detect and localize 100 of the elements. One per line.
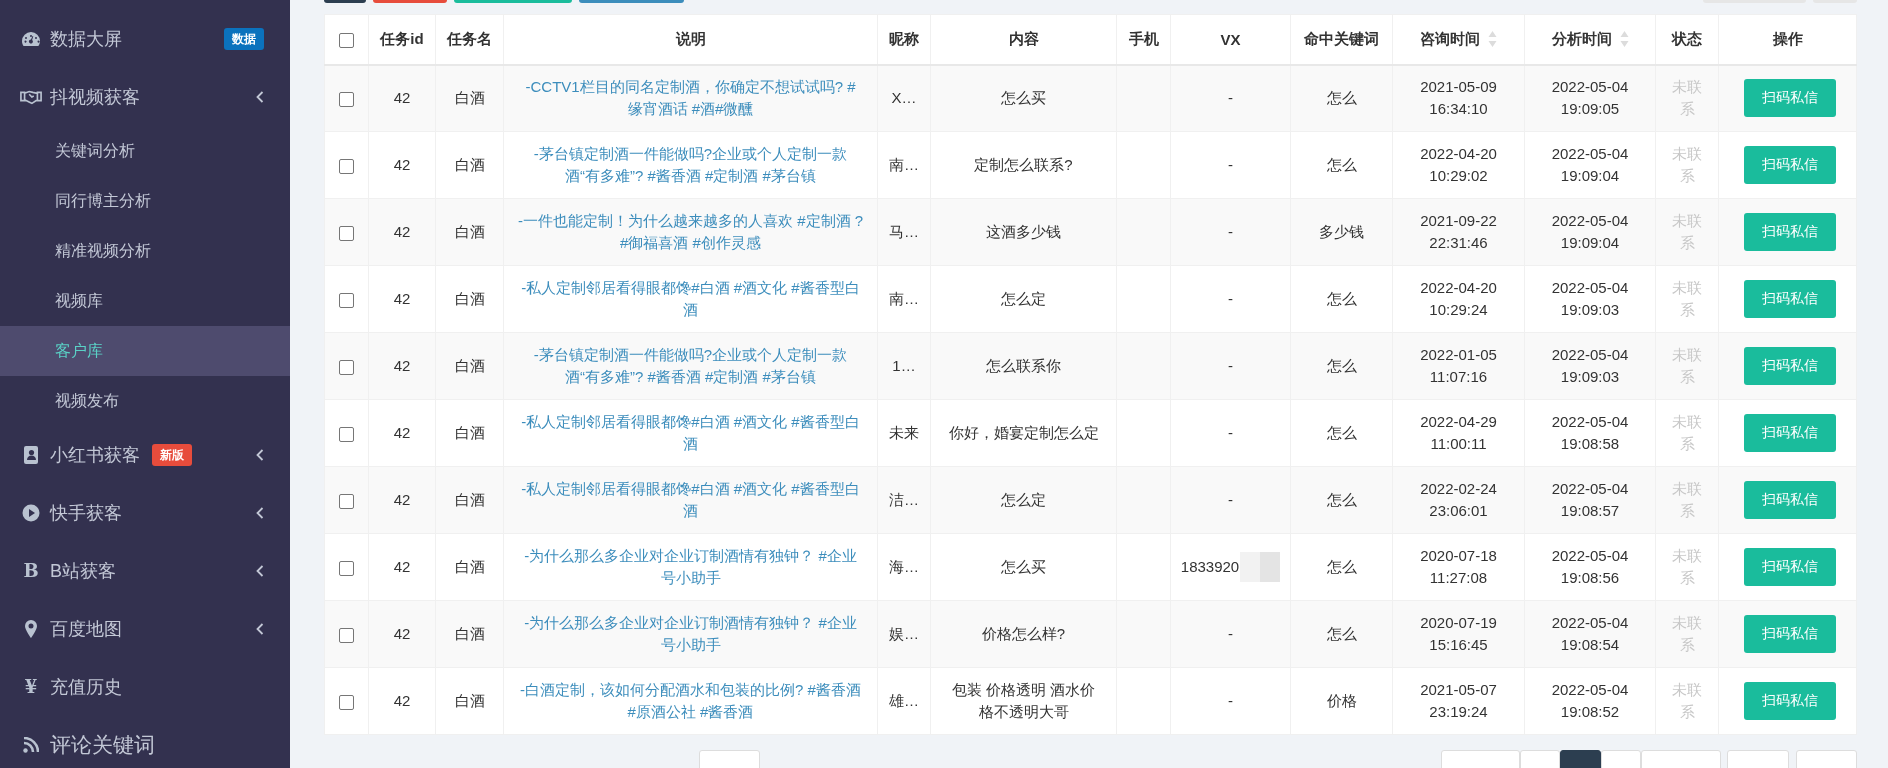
table-cell: 白酒 bbox=[454, 491, 485, 508]
table-cell: 白酒 bbox=[454, 290, 485, 307]
nav-item[interactable]: 百度地图 bbox=[0, 600, 290, 658]
table-cell: 42 bbox=[393, 290, 411, 307]
scan-message-button[interactable]: 扫码私信 bbox=[1744, 548, 1836, 586]
table-cell-text: 1833920 bbox=[1180, 557, 1240, 577]
table-cell-text: - bbox=[1228, 624, 1233, 644]
row-checkbox[interactable] bbox=[339, 426, 354, 442]
column-header: VX bbox=[1220, 30, 1241, 48]
table-cell: X… bbox=[891, 89, 917, 107]
table-cell: 南… bbox=[889, 156, 919, 173]
table-cell-text: - bbox=[1228, 289, 1233, 309]
nav-item[interactable]: B B站获客 bbox=[0, 542, 290, 600]
table-cell-text: 2022-05-04 19:08:54 bbox=[1550, 613, 1630, 655]
table-cell: 怎么联系你 bbox=[986, 357, 1061, 374]
row-checkbox[interactable] bbox=[339, 627, 354, 643]
nav-item[interactable]: 小红书获客 新版 bbox=[0, 426, 290, 484]
row-checkbox[interactable] bbox=[339, 292, 354, 308]
table-cell: 白酒 bbox=[454, 357, 485, 374]
scan-message-button[interactable]: 扫码私信 bbox=[1744, 213, 1836, 251]
table-cell: 42 bbox=[393, 223, 411, 240]
letter-icon: B bbox=[23, 562, 39, 580]
toolbar-button[interactable] bbox=[324, 0, 366, 3]
row-checkbox[interactable] bbox=[339, 91, 354, 107]
location-pin-icon bbox=[25, 620, 37, 638]
table-cell: 定制怎么联系? bbox=[974, 156, 1073, 173]
nav-item[interactable]: 评论关键词 bbox=[0, 716, 290, 768]
table-cell: 白酒 bbox=[454, 89, 485, 107]
rss-icon bbox=[23, 737, 39, 753]
dashboard-icon bbox=[21, 31, 41, 47]
submenu-item[interactable]: 视频发布 bbox=[0, 376, 290, 426]
letter-icon: ¥ bbox=[24, 678, 38, 696]
row-checkbox[interactable] bbox=[339, 158, 354, 174]
table-cell: 怎么 bbox=[1326, 290, 1357, 307]
submenu-item[interactable]: 关键词分析 bbox=[0, 126, 290, 176]
scan-message-button[interactable]: 扫码私信 bbox=[1744, 280, 1836, 318]
handshake-icon bbox=[20, 89, 42, 105]
scan-message-button[interactable]: 扫码私信 bbox=[1744, 79, 1836, 118]
select-all-checkbox[interactable] bbox=[339, 33, 354, 48]
table-cell: 海… bbox=[889, 558, 919, 575]
table-cell: 1… bbox=[892, 357, 916, 374]
row-checkbox[interactable] bbox=[339, 359, 354, 375]
table-cell: 价格怎么样? bbox=[981, 625, 1066, 642]
table-cell-text: 2021-05-09 16:34:10 bbox=[1419, 77, 1498, 120]
scan-message-button[interactable]: 扫码私信 bbox=[1744, 481, 1836, 519]
submenu-item[interactable]: 视频库 bbox=[0, 276, 290, 326]
scan-message-button[interactable]: 扫码私信 bbox=[1744, 682, 1836, 720]
table-cell-text: 2022-04-20 10:29:02 bbox=[1419, 144, 1498, 186]
table-cell-text: 2022-01-05 11:07:16 bbox=[1419, 345, 1498, 387]
row-checkbox[interactable] bbox=[339, 225, 354, 241]
column-header: 手机 bbox=[1128, 29, 1159, 49]
row-checkbox[interactable] bbox=[339, 560, 354, 576]
table-cell-text: 2022-02-24 23:06:01 bbox=[1419, 479, 1498, 521]
submenu-item[interactable]: 同行博主分析 bbox=[0, 176, 290, 226]
table-cell-text: 2021-09-22 22:31:46 bbox=[1419, 211, 1498, 253]
submenu-item[interactable]: 客户库 bbox=[0, 326, 290, 376]
table-cell-text: 2022-05-04 19:08:57 bbox=[1550, 479, 1630, 521]
column-header: 任务id bbox=[380, 29, 424, 49]
column-header: 命中关键词 bbox=[1304, 29, 1379, 49]
table-cell-text: 2020-07-19 15:16:45 bbox=[1419, 613, 1498, 655]
table-cell: 42 bbox=[393, 692, 411, 709]
scan-message-button[interactable]: 扫码私信 bbox=[1744, 347, 1836, 385]
column-header: 任务名 bbox=[447, 29, 492, 49]
table-cell: 42 bbox=[393, 558, 411, 575]
nav-badge: 新版 bbox=[152, 444, 192, 466]
scan-message-button[interactable]: 扫码私信 bbox=[1744, 414, 1836, 452]
contact-card-icon bbox=[23, 446, 39, 464]
table-cell: 42 bbox=[393, 491, 411, 508]
column-header: 昵称 bbox=[889, 29, 919, 49]
scan-message-button[interactable]: 扫码私信 bbox=[1744, 615, 1836, 653]
row-checkbox[interactable] bbox=[339, 493, 354, 509]
table-cell: 怎么 bbox=[1326, 558, 1357, 575]
table-cell: 42 bbox=[393, 625, 411, 642]
table-cell: 未来 bbox=[889, 424, 919, 441]
nav-item[interactable]: 快手获客 bbox=[0, 484, 290, 542]
table-cell-text: - bbox=[1228, 155, 1233, 175]
nav-item[interactable]: ¥ 充值历史 bbox=[0, 658, 290, 716]
sort-icon[interactable] bbox=[1488, 30, 1497, 49]
row-checkbox[interactable] bbox=[339, 694, 354, 710]
column-header: 状态 bbox=[1672, 29, 1702, 49]
table-cell-text: 2022-05-04 19:09:05 bbox=[1550, 77, 1630, 120]
table-cell: 白酒 bbox=[454, 558, 485, 575]
table-cell: 多少钱 bbox=[1319, 223, 1364, 240]
table-cell: 这酒多少钱 bbox=[986, 223, 1061, 240]
table-cell-text: 2020-07-18 11:27:08 bbox=[1419, 546, 1498, 588]
toolbar-button[interactable] bbox=[373, 0, 447, 3]
column-header: 说明 bbox=[675, 29, 706, 49]
table-cell: 怎么 bbox=[1326, 625, 1357, 642]
nav-item[interactable]: 抖视频获客 bbox=[0, 68, 290, 126]
scan-message-button[interactable]: 扫码私信 bbox=[1744, 146, 1836, 184]
submenu-item[interactable]: 精准视频分析 bbox=[0, 226, 290, 276]
table-cell: 洁… bbox=[889, 491, 919, 508]
table-cell: 包装 价格透明 酒水价格不透明大哥 bbox=[951, 681, 1096, 720]
table-cell-text: 2021-05-07 23:19:24 bbox=[1419, 680, 1498, 722]
nav-item[interactable]: 数据大屏 数据 bbox=[0, 10, 290, 68]
sort-icon[interactable] bbox=[1619, 30, 1629, 49]
table-cell: 42 bbox=[393, 156, 411, 173]
table-cell: 娱… bbox=[889, 625, 919, 642]
table-cell-text: 2022-05-04 19:08:52 bbox=[1550, 680, 1630, 722]
table-cell: 马… bbox=[889, 223, 919, 240]
